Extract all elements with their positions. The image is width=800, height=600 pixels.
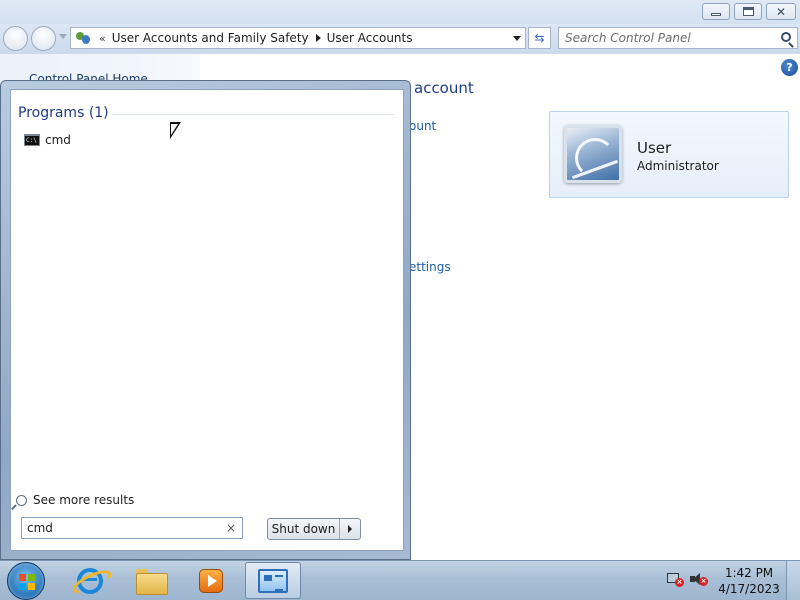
address-bar[interactable]: « User Accounts and Family Safety User A… [70, 27, 526, 49]
taskbar: × × 1:42 PM 4/17/2023 [0, 560, 800, 600]
program-result-cmd[interactable]: C:\ cmd [24, 131, 71, 149]
network-status-icon[interactable]: × [667, 573, 684, 587]
start-search-input[interactable] [22, 518, 218, 538]
close-icon: ✕ [775, 4, 787, 19]
search-input[interactable] [559, 28, 769, 48]
recent-pages-dropdown[interactable] [59, 34, 67, 39]
system-clock[interactable]: 1:42 PM 4/17/2023 [716, 565, 782, 597]
user-name: User [637, 139, 672, 157]
internet-explorer-icon [77, 567, 103, 594]
program-result-label: cmd [45, 133, 71, 147]
minimize-icon [711, 12, 721, 16]
volume-muted-icon[interactable]: × [690, 573, 708, 587]
clock-time: 1:42 PM [724, 566, 774, 580]
search-results-pane: Programs (1) C:\ cmd See more results [10, 89, 404, 551]
breadcrumb-user-accounts[interactable]: User Accounts [327, 31, 413, 45]
see-more-results-label: See more results [33, 493, 135, 507]
show-desktop-button[interactable] [786, 561, 800, 600]
task-link-settings[interactable]: ettings [409, 260, 451, 274]
page-heading: account [414, 79, 474, 97]
cmd-icon: C:\ [24, 134, 40, 146]
restore-icon [742, 7, 754, 16]
clock-date: 4/17/2023 [718, 582, 780, 596]
windows-logo-icon [19, 574, 35, 590]
refresh-button[interactable]: ⇆ [528, 27, 551, 49]
clear-search-icon[interactable]: × [226, 521, 236, 535]
task-link[interactable]: ount [409, 119, 436, 133]
close-button[interactable]: ✕ [766, 3, 796, 20]
group-divider [111, 114, 395, 115]
user-picture[interactable] [564, 125, 622, 183]
shutdown-button[interactable]: Shut down [268, 519, 340, 539]
forward-button[interactable] [31, 26, 56, 51]
address-overflow-chevron[interactable]: « [99, 32, 106, 45]
shutdown-button-group: Shut down [267, 518, 361, 540]
folder-icon [136, 568, 168, 595]
search-icon[interactable] [781, 32, 791, 42]
refresh-icon: ⇆ [534, 31, 545, 45]
user-account-tile: User Administrator [549, 111, 789, 198]
start-search-box[interactable]: × [21, 517, 243, 539]
minimize-button[interactable] [702, 3, 730, 20]
help-icon[interactable]: ? [781, 59, 798, 76]
navigation-bar: « User Accounts and Family Safety User A… [0, 24, 800, 54]
media-player-icon [199, 568, 223, 593]
taskbar-control-panel[interactable] [245, 562, 301, 599]
start-button[interactable] [7, 562, 45, 600]
taskbar-windows-explorer[interactable] [123, 562, 179, 599]
user-role: Administrator [637, 159, 719, 173]
magnifier-icon [16, 494, 27, 506]
programs-group-header: Programs (1) [18, 105, 109, 121]
shutdown-options-button[interactable] [340, 519, 360, 539]
see-more-results-link[interactable]: See more results [16, 493, 134, 507]
mouse-cursor-icon [170, 122, 181, 139]
breadcrumb-arrow-icon[interactable] [315, 34, 321, 42]
address-dropdown-icon[interactable] [513, 36, 521, 41]
user-accounts-icon [75, 30, 93, 46]
search-box[interactable] [558, 27, 798, 49]
start-menu: Programs (1) C:\ cmd See more results [0, 80, 411, 560]
maximize-button[interactable] [734, 3, 762, 20]
taskbar-media-player[interactable] [183, 562, 239, 599]
back-button[interactable] [3, 26, 28, 51]
breadcrumb-user-accounts-family-safety[interactable]: User Accounts and Family Safety [112, 31, 309, 45]
taskbar-internet-explorer[interactable] [62, 562, 118, 599]
title-bar[interactable]: ✕ [0, 0, 800, 24]
arrow-right-icon [348, 525, 352, 533]
control-panel-icon [258, 568, 288, 593]
